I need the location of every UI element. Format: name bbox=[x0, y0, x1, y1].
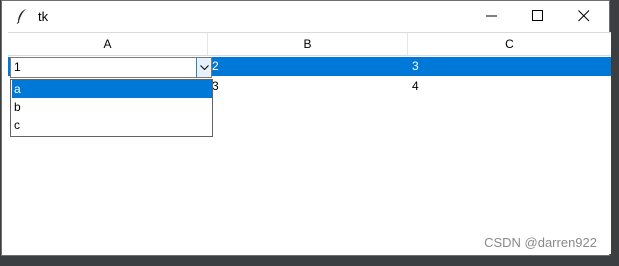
feather-icon bbox=[14, 8, 30, 24]
maximize-button[interactable] bbox=[515, 1, 561, 32]
table-header: A B C bbox=[8, 32, 611, 56]
list-item[interactable]: c bbox=[11, 116, 212, 134]
list-item[interactable]: a bbox=[12, 80, 212, 98]
combobox-dropdown-list[interactable]: a b c bbox=[10, 79, 213, 137]
column-header-c[interactable]: C bbox=[408, 33, 611, 55]
cell-b: 2 bbox=[212, 59, 219, 73]
watermark: CSDN @darren922 bbox=[484, 235, 597, 250]
column-header-a[interactable]: A bbox=[8, 33, 208, 55]
app-window: tk A B C 1 2 3 3 4 1 bbox=[1, 0, 611, 256]
minimize-icon bbox=[486, 15, 497, 17]
combobox-value[interactable]: 1 bbox=[14, 60, 21, 74]
treeview-table[interactable]: A B C 1 2 3 3 4 1 a b c CSDN @d bbox=[8, 32, 611, 254]
window-title: tk bbox=[38, 9, 49, 24]
cell-c: 3 bbox=[412, 59, 419, 73]
close-button[interactable] bbox=[561, 1, 607, 32]
column-header-b[interactable]: B bbox=[208, 33, 408, 55]
cell-b: 3 bbox=[212, 79, 219, 93]
minimize-button[interactable] bbox=[469, 1, 515, 32]
dropdown-button[interactable] bbox=[196, 58, 211, 77]
list-item[interactable]: b bbox=[11, 98, 212, 116]
chevron-down-icon bbox=[200, 65, 209, 70]
title-bar[interactable]: tk bbox=[2, 1, 609, 32]
close-icon bbox=[578, 10, 590, 22]
cell-editor-combobox[interactable]: 1 bbox=[10, 57, 212, 78]
maximize-icon bbox=[532, 10, 543, 21]
cell-c: 4 bbox=[412, 79, 419, 93]
